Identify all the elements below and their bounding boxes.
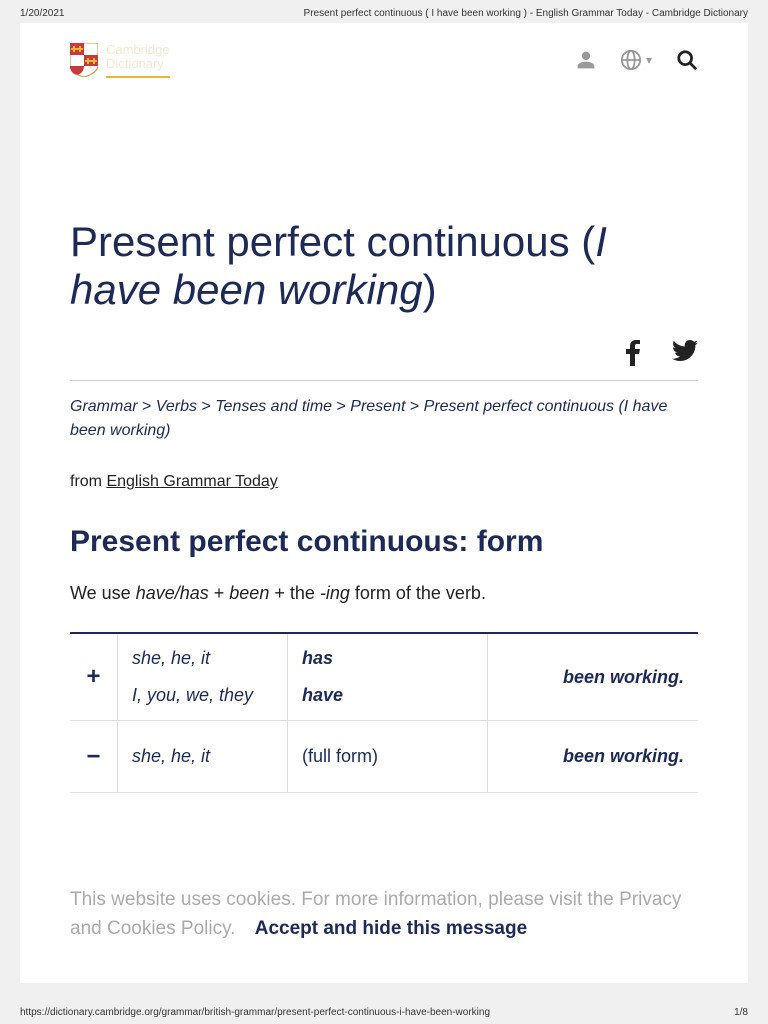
search-icon[interactable] bbox=[676, 49, 698, 71]
topbar: Cambridge Dictionary ▾ bbox=[70, 23, 698, 88]
page-container: Cambridge Dictionary ▾ Present bbox=[20, 23, 748, 983]
breadcrumb-item[interactable]: Verbs bbox=[156, 398, 197, 415]
from-line: from English Grammar Today bbox=[70, 473, 698, 491]
print-page: 1/8 bbox=[734, 1007, 748, 1018]
facebook-icon[interactable] bbox=[626, 340, 640, 366]
cambridge-shield-icon bbox=[70, 43, 98, 77]
social-bar bbox=[70, 340, 698, 381]
table-row: − she, he, it (full form) been working. bbox=[70, 721, 698, 793]
twitter-icon[interactable] bbox=[672, 340, 698, 362]
chevron-down-icon: ▾ bbox=[646, 53, 652, 67]
print-title: Present perfect continuous ( I have been… bbox=[304, 8, 748, 19]
verb-cell: been working. bbox=[488, 721, 698, 792]
globe-icon bbox=[620, 49, 642, 71]
sign-cell: + bbox=[70, 634, 118, 720]
cookie-banner: This website uses cookies. For more info… bbox=[70, 886, 698, 943]
logo[interactable]: Cambridge Dictionary bbox=[70, 43, 170, 78]
verb-cell: been working. bbox=[488, 634, 698, 720]
cookie-accept-button[interactable]: Accept and hide this message bbox=[255, 918, 527, 939]
pronouns-cell: she, he, it I, you, we, they bbox=[118, 634, 288, 720]
print-footer: https://dictionary.cambridge.org/grammar… bbox=[20, 1007, 748, 1018]
section-heading: Present perfect continuous: form bbox=[70, 525, 698, 559]
breadcrumb-item[interactable]: Tenses and time bbox=[215, 398, 332, 415]
print-date: 1/20/2021 bbox=[20, 8, 65, 19]
breadcrumb: Grammar > Verbs > Tenses and time > Pres… bbox=[70, 395, 698, 443]
print-header: 1/20/2021 Present perfect continuous ( I… bbox=[0, 0, 768, 23]
pronouns-cell: she, he, it bbox=[118, 721, 288, 792]
breadcrumb-item[interactable]: Grammar bbox=[70, 398, 138, 415]
sign-cell: − bbox=[70, 721, 118, 792]
usage-line: We use have/has + been + the -ing form o… bbox=[70, 583, 698, 604]
from-link[interactable]: English Grammar Today bbox=[106, 473, 277, 490]
aux-cell: (full form) bbox=[288, 721, 488, 792]
breadcrumb-item[interactable]: Present bbox=[350, 398, 405, 415]
table-row: + she, he, it I, you, we, they has have … bbox=[70, 634, 698, 721]
print-url: https://dictionary.cambridge.org/grammar… bbox=[20, 1007, 490, 1018]
language-selector[interactable]: ▾ bbox=[620, 49, 652, 71]
user-icon[interactable] bbox=[576, 50, 596, 70]
topbar-icons: ▾ bbox=[576, 49, 698, 71]
logo-text: Cambridge Dictionary bbox=[106, 43, 170, 78]
grammar-table: + she, he, it I, you, we, they has have … bbox=[70, 632, 698, 793]
page-title: Present perfect continuous (I have been … bbox=[70, 218, 698, 315]
aux-cell: has have bbox=[288, 634, 488, 720]
